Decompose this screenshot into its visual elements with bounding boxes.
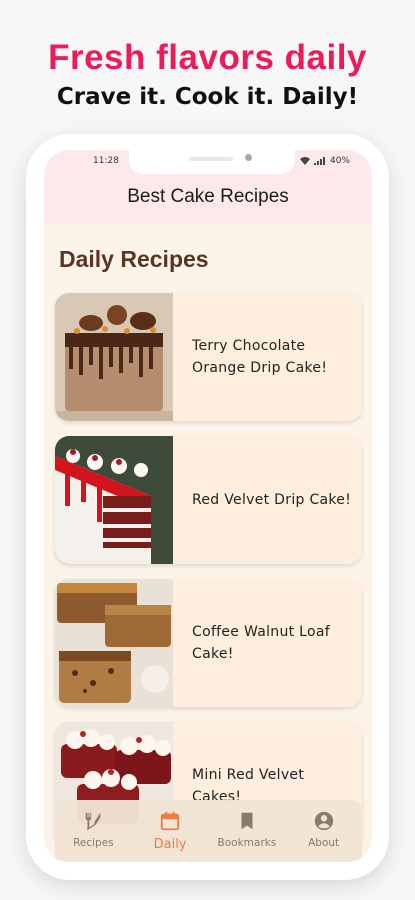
recipe-image [55, 579, 173, 707]
recipe-card[interactable]: Coffee Walnut Loaf Cake! [55, 579, 362, 707]
calendar-icon [160, 811, 180, 831]
promo-subline: Crave it. Cook it. Daily! [56, 84, 359, 110]
wifi-icon [299, 157, 310, 165]
nav-about[interactable]: About [286, 800, 362, 849]
recipe-title: Red Velvet Drip Cake! [192, 492, 352, 508]
nav-bookmarks[interactable]: Bookmarks [209, 800, 285, 849]
nav-label: About [308, 837, 340, 849]
fork-knife-icon [86, 812, 101, 831]
recipe-card[interactable]: Terry Chocolate Orange Drip Cake! [55, 293, 362, 421]
nav-label: Bookmarks [217, 837, 277, 849]
battery-level: 40% [329, 156, 350, 166]
camera-notch [129, 150, 295, 174]
nav-label: Daily [153, 837, 187, 852]
section-title: Daily Recipes [59, 246, 209, 272]
recipe-title: Coffee Walnut Loaf Cake! [192, 624, 331, 662]
recipe-image [55, 293, 173, 421]
account-icon [314, 811, 333, 831]
app-bar: 11:28 40% Best Cake Recipes [44, 150, 372, 224]
bookmark-icon [241, 812, 253, 830]
recipe-image [55, 436, 173, 564]
signal-icon [313, 157, 325, 165]
recipe-card[interactable]: Red Velvet Drip Cake! [55, 436, 362, 564]
speaker-bar [189, 157, 233, 161]
recipe-title: Terry Chocolate Orange Drip Cake! [192, 338, 328, 376]
camera-dot [245, 154, 252, 161]
nav-recipes[interactable]: Recipes [55, 800, 131, 849]
app-screen: 11:28 40% Best Cake Recipes Daily Recipe… [44, 150, 372, 862]
bottom-navigation: Recipes Daily Bookmarks About [55, 800, 362, 862]
status-indicators: 40% [299, 156, 350, 166]
status-time: 11:28 [93, 156, 119, 166]
app-title: Best Cake Recipes [127, 186, 289, 207]
promo-headline: Fresh flavors daily [48, 38, 367, 77]
nav-daily[interactable]: Daily [132, 800, 208, 852]
nav-label: Recipes [73, 837, 114, 849]
